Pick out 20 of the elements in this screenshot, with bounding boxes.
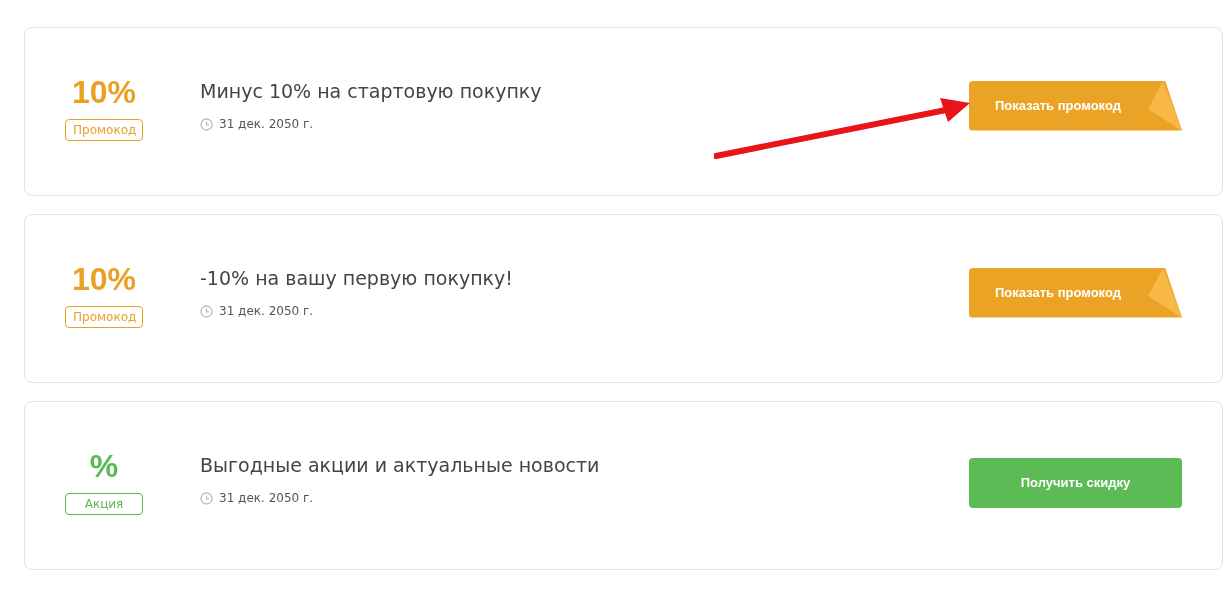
discount-value: 10% xyxy=(71,74,136,111)
expiry-date: 31 дек. 2050 г. xyxy=(219,117,314,131)
expiry-date: 31 дек. 2050 г. xyxy=(219,304,314,318)
offer-title: -10% на вашу первую покупку! xyxy=(200,267,514,289)
get-discount-button[interactable]: Получить скидку xyxy=(969,457,1182,508)
clock-icon xyxy=(200,304,213,318)
type-badge: Акция xyxy=(65,493,143,515)
discount-value: % xyxy=(89,448,119,485)
clock-icon xyxy=(200,117,213,131)
clock-icon xyxy=(200,491,213,505)
show-promo-code-button[interactable]: Показать промокод xyxy=(969,80,1182,131)
folded-corner-icon xyxy=(1148,267,1182,318)
offer-title: Минус 10% на стартовую покупку xyxy=(200,80,543,102)
offer-title: Выгодные акции и актуальные новости xyxy=(200,454,601,476)
discount-value: 10% xyxy=(71,261,136,298)
show-promo-code-button[interactable]: Показать промокод xyxy=(969,267,1182,318)
expiry-date: 31 дек. 2050 г. xyxy=(219,491,314,505)
folded-corner-icon xyxy=(1148,80,1182,131)
type-badge: Промокод xyxy=(65,306,143,328)
type-badge: Промокод xyxy=(65,119,143,141)
